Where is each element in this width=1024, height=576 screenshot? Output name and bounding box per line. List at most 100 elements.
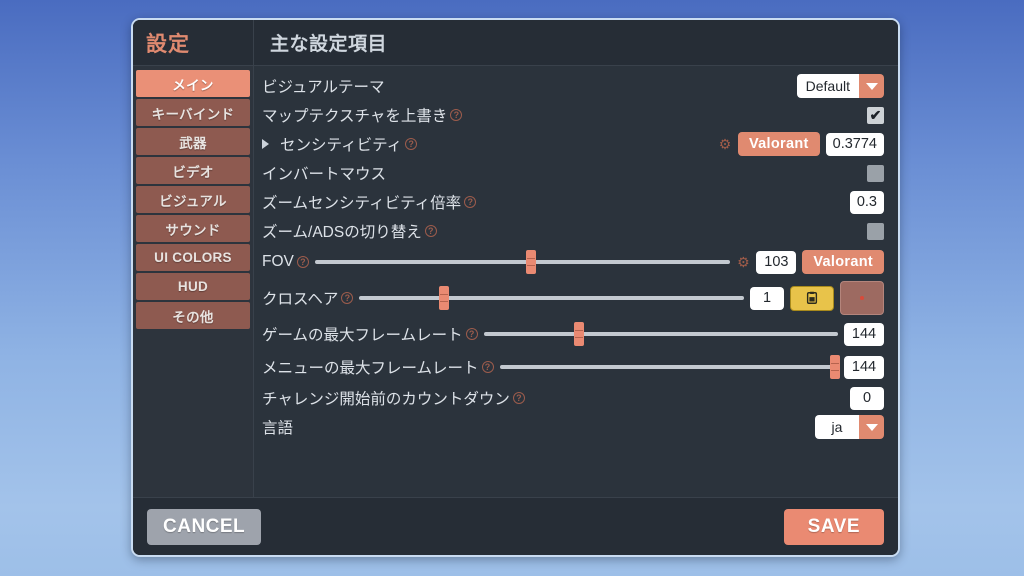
sidebar-item-label: ビデオ bbox=[172, 164, 214, 180]
sidebar-item-video[interactable]: ビデオ bbox=[136, 157, 250, 184]
setting-label-text: ズームセンシティビティ倍率 bbox=[262, 195, 462, 212]
help-icon[interactable]: ? bbox=[341, 292, 354, 304]
menu-max-framerate-value-field[interactable]: 144 bbox=[844, 355, 884, 379]
crosshair-preview[interactable] bbox=[840, 281, 884, 315]
help-icon[interactable]: ? bbox=[405, 138, 418, 150]
clipboard-icon[interactable] bbox=[790, 285, 834, 311]
fov-slider[interactable] bbox=[314, 250, 731, 274]
setting-row-toggle-zoom-ads: ズーム/ADSの切り替え ? bbox=[262, 219, 884, 243]
sidebar-item-weapons[interactable]: 武器 bbox=[136, 128, 250, 155]
setting-label: ズームセンシティビティ倍率 ? bbox=[262, 191, 477, 213]
help-icon[interactable]: ? bbox=[465, 328, 478, 340]
slider-track bbox=[483, 332, 838, 336]
setting-label: メニューの最大フレームレート ? bbox=[262, 356, 494, 378]
sidebar: メイン キーバインド 武器 ビデオ ビジュアル サウンド UI COLORS H… bbox=[133, 66, 254, 497]
setting-row-game-max-framerate: ゲームの最大フレームレート ? 144 bbox=[262, 320, 884, 348]
crosshair-slider[interactable] bbox=[359, 286, 744, 310]
sidebar-item-sound[interactable]: サウンド bbox=[136, 215, 250, 242]
slider-thumb[interactable] bbox=[829, 355, 840, 379]
sidebar-item-label: 武器 bbox=[179, 135, 207, 151]
sensitivity-value-field[interactable]: 0.3774 bbox=[825, 132, 884, 156]
help-icon[interactable]: ? bbox=[481, 361, 494, 373]
menu-max-framerate-slider[interactable] bbox=[499, 355, 840, 379]
invert-mouse-checkbox[interactable] bbox=[867, 164, 884, 182]
challenge-countdown-value-field[interactable]: 0 bbox=[850, 386, 884, 410]
sidebar-item-label: その他 bbox=[172, 309, 214, 325]
sidebar-item-hud[interactable]: HUD bbox=[136, 273, 250, 300]
slider-thumb[interactable] bbox=[574, 322, 585, 346]
slider-thumb[interactable] bbox=[439, 286, 450, 310]
gear-icon[interactable]: ⚙ bbox=[718, 137, 732, 151]
save-button[interactable]: SAVE bbox=[783, 508, 884, 545]
toggle-zoom-ads-checkbox[interactable] bbox=[867, 222, 884, 240]
help-icon[interactable]: ? bbox=[464, 196, 477, 208]
chevron-down-icon bbox=[859, 74, 884, 98]
dropdown-value: Default bbox=[796, 74, 859, 98]
fov-value-field[interactable]: 103 bbox=[756, 250, 797, 274]
cancel-button[interactable]: CANCEL bbox=[147, 508, 262, 545]
setting-row-menu-max-framerate: メニューの最大フレームレート ? 144 bbox=[262, 353, 884, 381]
window-header: 設定 主な設定項目 bbox=[133, 20, 898, 66]
header-left: 設定 bbox=[133, 20, 254, 65]
setting-label-text: クロスヘア bbox=[262, 291, 339, 308]
sidebar-item-ui-colors[interactable]: UI COLORS bbox=[136, 244, 250, 271]
settings-list: ビジュアルテーマ Default マップテクスチャを上書き ? ✔ センシティビ… bbox=[254, 66, 898, 497]
chevron-right-icon[interactable] bbox=[262, 139, 269, 149]
setting-label: クロスヘア ? bbox=[262, 287, 354, 309]
setting-label: インバートマウス bbox=[262, 166, 387, 183]
sidebar-item-label: メイン bbox=[172, 77, 214, 93]
setting-label-text: マップテクスチャを上書き bbox=[262, 108, 448, 125]
sensitivity-preset-button[interactable]: Valorant bbox=[738, 132, 820, 156]
setting-label: センシティビティ ? bbox=[280, 133, 418, 155]
sidebar-item-main[interactable]: メイン bbox=[136, 70, 250, 97]
crosshair-value-field[interactable]: 1 bbox=[750, 286, 784, 310]
window-footer: CANCEL SAVE bbox=[133, 497, 898, 555]
help-icon[interactable]: ? bbox=[296, 256, 309, 268]
game-max-framerate-value-field[interactable]: 144 bbox=[844, 322, 884, 346]
help-icon[interactable]: ? bbox=[512, 392, 525, 404]
setting-label: ゲームの最大フレームレート ? bbox=[262, 323, 478, 345]
zoom-sensitivity-value-field[interactable]: 0.3 bbox=[849, 190, 884, 214]
visual-theme-dropdown[interactable]: Default bbox=[796, 74, 884, 98]
sidebar-item-label: サウンド bbox=[165, 222, 221, 238]
setting-label: マップテクスチャを上書き ? bbox=[262, 104, 463, 126]
sidebar-item-visuals[interactable]: ビジュアル bbox=[136, 186, 250, 213]
setting-row-challenge-countdown: チャレンジ開始前のカウントダウン ? 0 bbox=[262, 386, 884, 410]
setting-label-text: センシティビティ bbox=[280, 137, 403, 154]
setting-row-fov: FOV ? ⚙ 103 Valorant bbox=[262, 248, 884, 276]
fov-preset-button[interactable]: Valorant bbox=[802, 250, 884, 274]
sidebar-item-label: UI COLORS bbox=[154, 250, 232, 265]
sidebar-item-keybinds[interactable]: キーバインド bbox=[136, 99, 250, 126]
page-title: 主な設定項目 bbox=[270, 34, 388, 55]
slider-thumb[interactable] bbox=[525, 250, 536, 274]
sidebar-item-other[interactable]: その他 bbox=[136, 302, 250, 329]
setting-label: FOV ? bbox=[262, 253, 309, 271]
dropdown-value: ja bbox=[815, 415, 859, 439]
setting-row-visual-theme: ビジュアルテーマ Default bbox=[262, 74, 884, 98]
slider-track bbox=[314, 260, 731, 264]
setting-label-text: チャレンジ開始前のカウントダウン bbox=[262, 391, 510, 408]
gear-icon[interactable]: ⚙ bbox=[736, 255, 750, 269]
setting-row-crosshair: クロスヘア ? 1 bbox=[262, 281, 884, 315]
help-icon[interactable]: ? bbox=[424, 225, 437, 237]
language-dropdown[interactable]: ja bbox=[815, 415, 884, 439]
game-max-framerate-slider[interactable] bbox=[483, 322, 838, 346]
settings-window: 設定 主な設定項目 メイン キーバインド 武器 ビデオ ビジュアル サウンド U… bbox=[131, 18, 900, 557]
sidebar-item-label: HUD bbox=[177, 279, 209, 294]
setting-label-text: FOV bbox=[262, 253, 294, 270]
setting-row-invert-mouse: インバートマウス bbox=[262, 161, 884, 185]
slider-track bbox=[499, 365, 838, 369]
setting-label: チャレンジ開始前のカウントダウン ? bbox=[262, 387, 525, 409]
header-right: 主な設定項目 bbox=[254, 20, 898, 65]
setting-label: ズーム/ADSの切り替え ? bbox=[262, 220, 437, 242]
setting-row-language: 言語 ja bbox=[262, 415, 884, 439]
setting-label: 言語 bbox=[262, 420, 294, 437]
map-texture-override-checkbox[interactable]: ✔ bbox=[867, 106, 884, 124]
setting-label-text: ゲームの最大フレームレート bbox=[262, 327, 463, 344]
sidebar-item-label: ビジュアル bbox=[159, 193, 227, 209]
setting-row-map-texture-override: マップテクスチャを上書き ? ✔ bbox=[262, 103, 884, 127]
help-icon[interactable]: ? bbox=[450, 109, 463, 121]
setting-label: ビジュアルテーマ bbox=[262, 79, 385, 96]
chevron-down-icon bbox=[859, 415, 884, 439]
setting-row-sensitivity: センシティビティ ? ⚙ Valorant 0.3774 bbox=[262, 132, 884, 156]
